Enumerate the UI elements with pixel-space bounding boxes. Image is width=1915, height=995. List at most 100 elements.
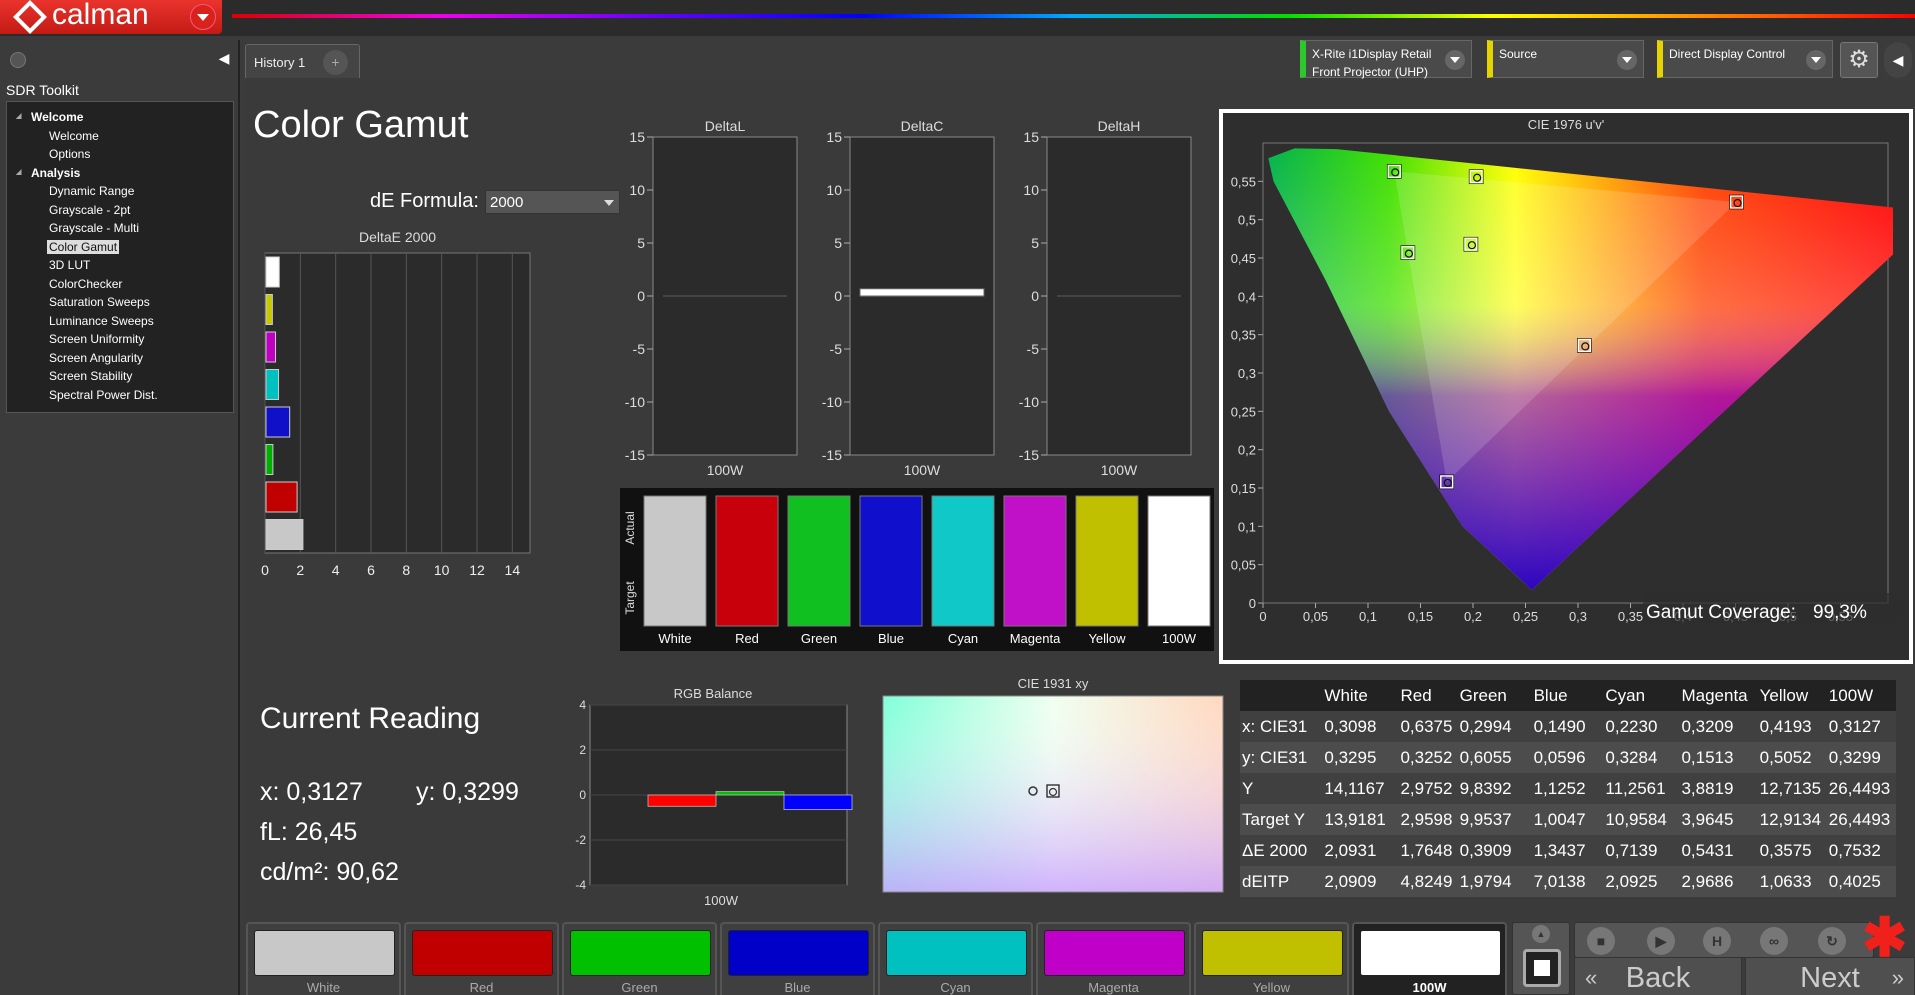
table-cell: 0,3575 xyxy=(1757,835,1827,866)
patch-swatch-magenta[interactable]: Magenta xyxy=(1036,922,1191,995)
table-header-cell: Magenta xyxy=(1679,680,1758,711)
tree-item[interactable]: ColorChecker xyxy=(7,275,233,294)
tree-item[interactable]: Grayscale - 2pt xyxy=(7,201,233,220)
tree-item[interactable]: Luminance Sweeps xyxy=(7,312,233,331)
tree-item-label: Dynamic Range xyxy=(49,184,135,198)
patch-label: Cyan xyxy=(948,631,978,646)
patch-swatch-red[interactable]: Red xyxy=(404,922,559,995)
actual-label: Actual xyxy=(623,511,637,544)
tree-item[interactable]: Screen Angularity xyxy=(7,349,233,368)
swatch-color xyxy=(1202,930,1343,976)
cie1976-diagram[interactable]: CIE 1976 u'v' 0 0,05 0,1 0,15 0,2 0,25 0,3 0,35 0… xyxy=(1223,113,1909,660)
swatch-label: Cyan xyxy=(940,980,971,995)
chevron-down-icon xyxy=(1617,50,1637,70)
tree-item[interactable]: Saturation Sweeps xyxy=(7,293,233,312)
patch-swatch-white[interactable]: White xyxy=(246,922,401,995)
continuous-icon[interactable]: ∞ xyxy=(1760,927,1788,955)
workflow-tree: Welcome Welcome Options Analysis Dynamic Ran… xyxy=(6,101,234,413)
row-label: ΔE 2000 xyxy=(1240,835,1323,866)
y-tick-label: -10 xyxy=(625,394,645,410)
play-icon[interactable]: ▶ xyxy=(1647,927,1675,955)
x-tick-label: 14 xyxy=(505,562,521,578)
delta-chart-label: 100W xyxy=(1101,462,1138,478)
meter-selector[interactable]: X-Rite i1Display Retail Front Projector … xyxy=(1300,40,1472,79)
collapse-right-icon[interactable]: ◀ xyxy=(1884,42,1912,78)
tree-item[interactable]: Welcome xyxy=(7,127,233,146)
pin-icon[interactable] xyxy=(10,52,26,68)
target-label: Target xyxy=(623,581,637,615)
color-patches: Actual Target White Red Green Blue Cyan Magenta… xyxy=(620,488,1214,651)
plot-area xyxy=(264,252,531,554)
x-tick-label: 0,35 xyxy=(1618,609,1643,624)
patch-swatch-cyan[interactable]: Cyan xyxy=(878,922,1033,995)
tree-item[interactable]: Dynamic Range xyxy=(7,182,233,201)
x-tick-label: 0,2 xyxy=(1464,609,1482,624)
table-cell: 3,9645 xyxy=(1679,804,1758,835)
display-selector[interactable]: Direct Display Control xyxy=(1657,40,1833,78)
deltae-chart-title: DeltaE 2000 xyxy=(359,229,436,245)
table-cell: 2,0931 xyxy=(1322,835,1399,866)
y-tick-label: 0 xyxy=(637,288,645,304)
readings-table: White Red Green Blue Cyan Magenta Yellow 100W x:… xyxy=(1240,680,1896,900)
y-tick-label: 0 xyxy=(1249,596,1256,611)
swatch-label: Green xyxy=(621,980,658,995)
patch-swatch-yellow[interactable]: Yellow xyxy=(1194,922,1349,995)
table-header-cell: Cyan xyxy=(1603,680,1680,711)
settings-gear-icon[interactable]: ⚙ xyxy=(1840,42,1878,78)
table-header-row: White Red Green Blue Cyan Magenta Yellow 100W xyxy=(1240,680,1896,711)
y-tick-label: 0,25 xyxy=(1231,404,1256,419)
table-cell: 1,7648 xyxy=(1398,835,1458,866)
tree-item[interactable]: Spectral Power Dist. xyxy=(7,386,233,405)
swatch-label: Blue xyxy=(784,980,811,995)
back-label: Back xyxy=(1625,962,1691,994)
delta-chart-label: 100W xyxy=(904,462,941,478)
asterisk-icon[interactable]: ✱ xyxy=(1862,911,1907,965)
source-selector[interactable]: Source xyxy=(1487,40,1644,78)
tree-item[interactable]: 3D LUT xyxy=(7,256,233,275)
tree-item-label: Welcome xyxy=(49,128,99,143)
add-tab-button[interactable]: + xyxy=(323,50,348,75)
stop-measure-icon[interactable]: ■ xyxy=(1587,927,1615,955)
x-tick-label: 12 xyxy=(469,562,485,578)
table-cell: 0,7532 xyxy=(1826,835,1896,866)
patch-swatch-green[interactable]: Green xyxy=(562,922,717,995)
app-menu-dropdown-icon[interactable] xyxy=(190,4,216,30)
hold-icon[interactable]: H xyxy=(1703,927,1731,955)
color-patch xyxy=(1075,495,1139,627)
de-formula-select[interactable]: 2000 xyxy=(485,190,620,214)
deltae-bar xyxy=(265,519,304,550)
patch-swatch-100w[interactable]: 100W xyxy=(1352,922,1507,995)
chevron-up-icon[interactable]: ▲ xyxy=(1532,925,1550,943)
refresh-icon[interactable]: ↻ xyxy=(1818,927,1846,955)
table-header-cell xyxy=(1240,680,1323,711)
back-button[interactable]: « Back xyxy=(1574,957,1742,995)
tree-item[interactable]: Color Gamut xyxy=(7,238,233,257)
stop-icon[interactable] xyxy=(1523,949,1561,987)
tree-item-label: Grayscale - Multi xyxy=(49,221,140,235)
collapse-panel-icon[interactable]: ◀ xyxy=(214,50,234,70)
y-tick-label: 2 xyxy=(579,743,586,757)
row-label: Y xyxy=(1240,773,1323,804)
patch-swatch-blue[interactable]: Blue xyxy=(720,922,875,995)
calman-menu-button[interactable]: calman xyxy=(0,0,222,34)
app-logo-text: calman xyxy=(52,0,149,31)
y-tick-label: 0,15 xyxy=(1231,481,1256,496)
next-button[interactable]: Next » xyxy=(1745,957,1915,995)
x-tick-label: 0,05 xyxy=(1303,609,1328,624)
tree-item[interactable]: Options xyxy=(7,145,233,164)
color-patch xyxy=(1003,495,1067,627)
table-cell: 0,1490 xyxy=(1531,711,1604,742)
row-label: Target Y xyxy=(1240,804,1323,835)
row-label: y: CIE31 xyxy=(1240,742,1323,773)
table-header-cell: Green xyxy=(1457,680,1532,711)
calman-app: calman ◀ SDR Toolkit Welcome Welcome Optio… xyxy=(0,0,1915,995)
next-arrow-icon: » xyxy=(1891,965,1904,990)
x-tick-label: 10 xyxy=(434,562,450,578)
tree-group[interactable]: Welcome xyxy=(7,108,233,127)
tree-item[interactable]: Screen Uniformity xyxy=(7,330,233,349)
tree-item[interactable]: Screen Stability xyxy=(7,367,233,386)
tree-group[interactable]: Analysis xyxy=(7,164,233,183)
tree-item[interactable]: Grayscale - Multi xyxy=(7,219,233,238)
table-row: Target Y 13,9181 2,9598 9,9537 1,0047 10,9584… xyxy=(1240,804,1896,835)
cie1931-chart: CIE 1931 xy xyxy=(882,676,1224,893)
